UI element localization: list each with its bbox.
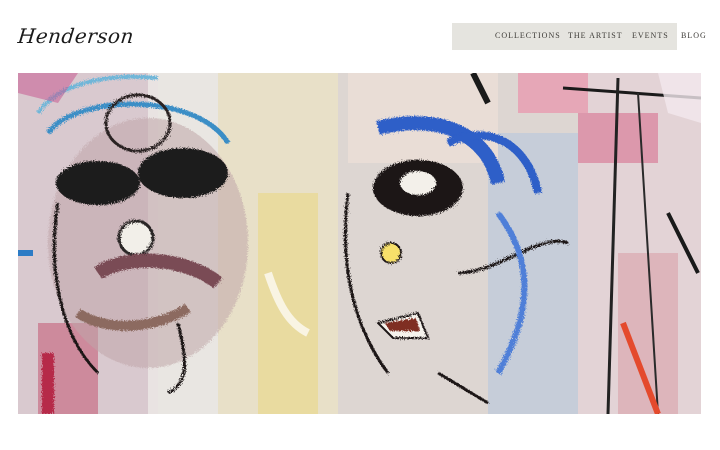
logo-text: Henderson (16, 24, 136, 48)
brand-logo[interactable]: Henderson (17, 14, 136, 58)
nav-collections[interactable]: COLLECTIONS (495, 31, 561, 40)
nav-the-artist[interactable]: THE ARTIST (568, 31, 623, 40)
painting-artwork (18, 73, 701, 414)
nav-blog[interactable]: BLOG (681, 31, 707, 40)
hero-painting (18, 73, 701, 414)
nav-events[interactable]: EVENTS (632, 31, 669, 40)
